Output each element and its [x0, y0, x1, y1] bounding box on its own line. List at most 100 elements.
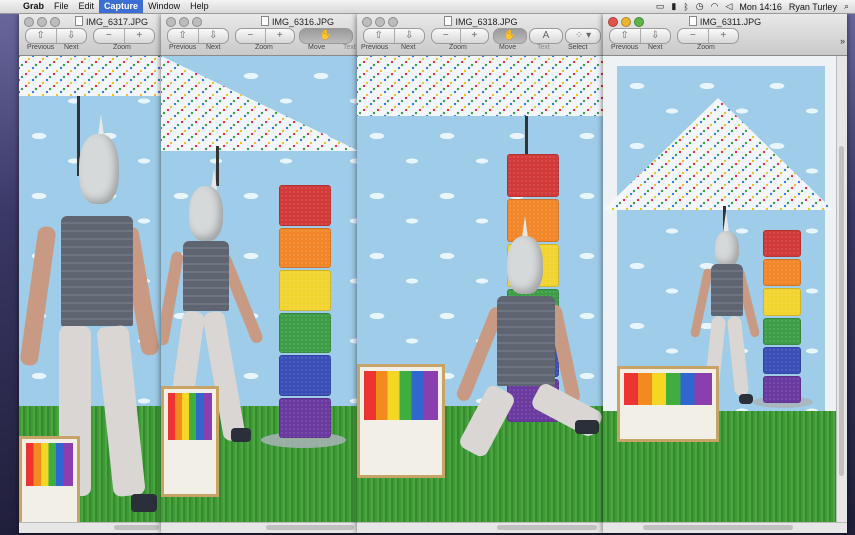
- battery-icon[interactable]: ▮: [671, 1, 676, 12]
- tank-top: [61, 216, 133, 326]
- wifi-icon[interactable]: ◠: [711, 1, 719, 12]
- zoom-buttons: − +: [677, 28, 739, 44]
- rainbow-stripes: [364, 371, 438, 420]
- bluetooth-icon[interactable]: ᛒ: [683, 2, 688, 12]
- move-tool-button[interactable]: ✋: [493, 28, 527, 44]
- previous-button[interactable]: ⇧: [364, 29, 394, 43]
- menu-clock[interactable]: Mon 14:16: [739, 2, 782, 12]
- zoom-buttons: − +: [431, 28, 489, 44]
- text-label: Text: [537, 44, 550, 51]
- next-button[interactable]: ⇩: [393, 29, 425, 43]
- next-label: Next: [401, 44, 416, 51]
- minimize-icon[interactable]: [37, 17, 47, 27]
- photo-canvas[interactable]: [357, 56, 605, 523]
- zoom-out-button[interactable]: −: [678, 29, 708, 43]
- preview-window-img-6316: IMG_6316.JPG ⇧ ⇩ Previous Next − + Zoom …: [161, 14, 359, 533]
- scroll-thumb[interactable]: [643, 525, 793, 530]
- window-titlebar: IMG_6316.JPG ⇧ ⇩ Previous Next − + Zoom …: [161, 14, 359, 56]
- spotlight-icon[interactable]: ⌕: [844, 1, 849, 12]
- status-area: ▭ ▮ ᛒ ◷ ◠ ◁ Mon 14:16 Ryan Turley ⌕: [656, 1, 855, 12]
- text-label: Text: [343, 44, 356, 51]
- menu-app-name[interactable]: Grab: [18, 0, 49, 13]
- menu-window[interactable]: Window: [143, 0, 185, 13]
- zoom-window-icon[interactable]: [192, 17, 202, 27]
- left-arm: [689, 267, 714, 339]
- tank-top: [497, 296, 555, 386]
- hand-icon: ✋: [503, 30, 517, 41]
- right-leg: [96, 324, 146, 498]
- move-tool-button[interactable]: ✋: [299, 28, 353, 44]
- toolbar-overflow-button[interactable]: »: [840, 36, 845, 46]
- preview-window-img-6317: IMG_6317.JPG ⇧ ⇩ Previous Next − + Zoom: [19, 14, 164, 533]
- zoom-out-button[interactable]: −: [94, 29, 124, 43]
- previous-button[interactable]: ⇧: [168, 29, 198, 43]
- text-tool-button[interactable]: A: [529, 28, 563, 44]
- select-tool-button[interactable]: ⁘ ▾: [565, 28, 601, 44]
- zoom-out-button[interactable]: −: [432, 29, 460, 43]
- shoe: [739, 394, 753, 404]
- zoom-in-button[interactable]: +: [264, 29, 295, 43]
- photo-canvas[interactable]: [161, 56, 359, 523]
- scroll-thumb[interactable]: [839, 146, 844, 476]
- window-titlebar: IMG_6317.JPG ⇧ ⇩ Previous Next − + Zoom: [19, 14, 164, 56]
- horizontal-scrollbar[interactable]: [603, 522, 847, 533]
- menu-capture[interactable]: Capture: [99, 0, 144, 13]
- window-controls: [166, 17, 202, 27]
- next-button[interactable]: ⇩: [197, 29, 229, 43]
- tank-top: [711, 264, 743, 316]
- rainbow-toy-box: [161, 386, 219, 497]
- zoom-buttons: − +: [93, 28, 155, 44]
- unicorn-horn: [522, 216, 528, 238]
- rainbow-stripes: [624, 373, 712, 405]
- rainbow-toy-box: [617, 366, 719, 442]
- zoom-out-button[interactable]: −: [236, 29, 265, 43]
- zoom-in-button[interactable]: +: [459, 29, 489, 43]
- previous-button[interactable]: ⇧: [26, 29, 56, 43]
- next-label: Next: [206, 44, 221, 51]
- next-label: Next: [648, 44, 663, 51]
- minimize-icon[interactable]: [179, 17, 189, 27]
- menu-help[interactable]: Help: [185, 0, 214, 13]
- horizontal-scrollbar[interactable]: [357, 522, 605, 533]
- close-icon[interactable]: [24, 17, 34, 27]
- orange-cube: [279, 227, 331, 268]
- menu-user[interactable]: Ryan Turley: [789, 2, 837, 12]
- window-controls: [24, 17, 60, 27]
- previous-button[interactable]: ⇧: [610, 29, 640, 43]
- scroll-thumb[interactable]: [497, 525, 597, 530]
- next-button[interactable]: ⇩: [55, 29, 87, 43]
- document-icon: [74, 16, 83, 26]
- zoom-label: Zoom: [697, 44, 715, 51]
- window-title: IMG_6318.JPG: [357, 16, 605, 27]
- menu-edit[interactable]: Edit: [74, 0, 100, 13]
- zoom-buttons: − +: [235, 28, 295, 44]
- vertical-scrollbar[interactable]: [836, 56, 847, 523]
- unicorn-horn: [723, 211, 729, 233]
- green-cube: [279, 312, 331, 353]
- right-leg: [726, 315, 750, 397]
- window-title: IMG_6316.JPG: [261, 16, 334, 27]
- unicorn-mask: [79, 134, 119, 204]
- zoom-in-button[interactable]: +: [707, 29, 739, 43]
- previous-next-buttons: ⇧ ⇩: [167, 28, 229, 44]
- horizontal-scrollbar[interactable]: [19, 522, 164, 533]
- horizontal-scrollbar[interactable]: [161, 522, 359, 533]
- close-icon[interactable]: [166, 17, 176, 27]
- unicorn-mask: [507, 236, 543, 294]
- next-button[interactable]: ⇩: [639, 29, 671, 43]
- scroll-thumb[interactable]: [266, 525, 354, 530]
- photo-canvas[interactable]: [19, 56, 164, 523]
- window-title: IMG_6317.JPG: [59, 16, 164, 27]
- display-icon[interactable]: ▭: [656, 1, 665, 12]
- zoom-in-button[interactable]: +: [123, 29, 155, 43]
- scroll-thumb[interactable]: [114, 525, 159, 530]
- time-machine-icon[interactable]: ◷: [696, 1, 704, 12]
- window-title: IMG_6311.JPG: [603, 16, 847, 27]
- menu-file[interactable]: File: [49, 0, 74, 13]
- yellow-cube: [279, 270, 331, 311]
- photo-canvas[interactable]: [603, 56, 837, 523]
- tank-top: [183, 241, 229, 311]
- previous-label: Previous: [361, 44, 389, 51]
- rainbow-stripes: [168, 393, 212, 441]
- volume-icon[interactable]: ◁: [725, 1, 732, 12]
